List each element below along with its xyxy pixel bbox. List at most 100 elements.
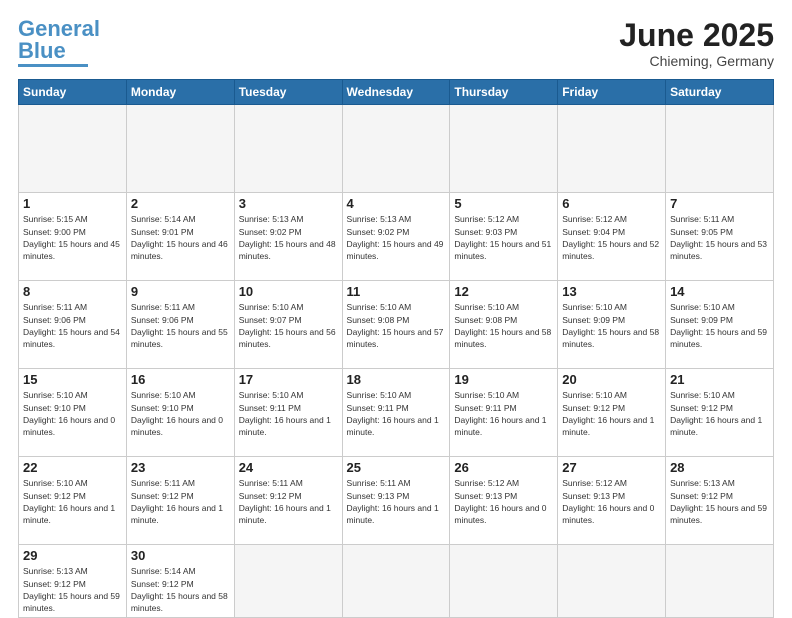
day-info: Sunrise: 5:14 AM Sunset: 9:01 PM Dayligh…: [131, 213, 230, 262]
calendar-cell: 2 Sunrise: 5:14 AM Sunset: 9:01 PM Dayli…: [126, 193, 234, 281]
calendar-cell: [666, 545, 774, 618]
calendar-cell: 27 Sunrise: 5:12 AM Sunset: 9:13 PM Dayl…: [558, 457, 666, 545]
calendar-cell: [450, 545, 558, 618]
page: General Blue June 2025 Chieming, Germany…: [0, 0, 792, 612]
day-number: 5: [454, 196, 553, 211]
day-number: 9: [131, 284, 230, 299]
day-info: Sunrise: 5:10 AM Sunset: 9:09 PM Dayligh…: [670, 301, 769, 350]
day-number: 23: [131, 460, 230, 475]
col-wednesday: Wednesday: [342, 80, 450, 105]
day-info: Sunrise: 5:10 AM Sunset: 9:07 PM Dayligh…: [239, 301, 338, 350]
day-info: Sunrise: 5:10 AM Sunset: 9:10 PM Dayligh…: [23, 389, 122, 438]
calendar-cell: 12 Sunrise: 5:10 AM Sunset: 9:08 PM Dayl…: [450, 281, 558, 369]
calendar-header-row: Sunday Monday Tuesday Wednesday Thursday…: [19, 80, 774, 105]
calendar-cell: 28 Sunrise: 5:13 AM Sunset: 9:12 PM Dayl…: [666, 457, 774, 545]
col-friday: Friday: [558, 80, 666, 105]
day-number: 13: [562, 284, 661, 299]
col-sunday: Sunday: [19, 80, 127, 105]
day-info: Sunrise: 5:10 AM Sunset: 9:11 PM Dayligh…: [454, 389, 553, 438]
calendar-cell: 11 Sunrise: 5:10 AM Sunset: 9:08 PM Dayl…: [342, 281, 450, 369]
calendar-cell: 5 Sunrise: 5:12 AM Sunset: 9:03 PM Dayli…: [450, 193, 558, 281]
calendar-cell: 14 Sunrise: 5:10 AM Sunset: 9:09 PM Dayl…: [666, 281, 774, 369]
calendar-cell: 22 Sunrise: 5:10 AM Sunset: 9:12 PM Dayl…: [19, 457, 127, 545]
calendar-cell: 23 Sunrise: 5:11 AM Sunset: 9:12 PM Dayl…: [126, 457, 234, 545]
day-number: 7: [670, 196, 769, 211]
header: General Blue June 2025 Chieming, Germany: [18, 18, 774, 69]
day-number: 28: [670, 460, 769, 475]
calendar-cell: [450, 105, 558, 193]
calendar-cell: 24 Sunrise: 5:11 AM Sunset: 9:12 PM Dayl…: [234, 457, 342, 545]
day-info: Sunrise: 5:11 AM Sunset: 9:13 PM Dayligh…: [347, 477, 446, 526]
calendar-cell: 3 Sunrise: 5:13 AM Sunset: 9:02 PM Dayli…: [234, 193, 342, 281]
calendar-cell: 17 Sunrise: 5:10 AM Sunset: 9:11 PM Dayl…: [234, 369, 342, 457]
day-info: Sunrise: 5:13 AM Sunset: 9:02 PM Dayligh…: [347, 213, 446, 262]
calendar-cell: [666, 105, 774, 193]
day-info: Sunrise: 5:10 AM Sunset: 9:08 PM Dayligh…: [347, 301, 446, 350]
day-number: 15: [23, 372, 122, 387]
calendar-cell: [234, 545, 342, 618]
day-number: 26: [454, 460, 553, 475]
calendar-cell: 7 Sunrise: 5:11 AM Sunset: 9:05 PM Dayli…: [666, 193, 774, 281]
day-info: Sunrise: 5:10 AM Sunset: 9:12 PM Dayligh…: [562, 389, 661, 438]
calendar-week-row: 29 Sunrise: 5:13 AM Sunset: 9:12 PM Dayl…: [19, 545, 774, 618]
calendar-cell: 10 Sunrise: 5:10 AM Sunset: 9:07 PM Dayl…: [234, 281, 342, 369]
calendar-cell: 9 Sunrise: 5:11 AM Sunset: 9:06 PM Dayli…: [126, 281, 234, 369]
calendar-cell: 29 Sunrise: 5:13 AM Sunset: 9:12 PM Dayl…: [19, 545, 127, 618]
calendar-cell: [19, 105, 127, 193]
calendar-cell: [342, 105, 450, 193]
calendar-cell: 20 Sunrise: 5:10 AM Sunset: 9:12 PM Dayl…: [558, 369, 666, 457]
logo-text: General Blue: [18, 18, 100, 62]
day-number: 24: [239, 460, 338, 475]
col-tuesday: Tuesday: [234, 80, 342, 105]
calendar-table: Sunday Monday Tuesday Wednesday Thursday…: [18, 79, 774, 618]
calendar-cell: 19 Sunrise: 5:10 AM Sunset: 9:11 PM Dayl…: [450, 369, 558, 457]
day-number: 14: [670, 284, 769, 299]
calendar-cell: 6 Sunrise: 5:12 AM Sunset: 9:04 PM Dayli…: [558, 193, 666, 281]
day-number: 3: [239, 196, 338, 211]
day-number: 30: [131, 548, 230, 563]
col-monday: Monday: [126, 80, 234, 105]
calendar-cell: 25 Sunrise: 5:11 AM Sunset: 9:13 PM Dayl…: [342, 457, 450, 545]
day-info: Sunrise: 5:14 AM Sunset: 9:12 PM Dayligh…: [131, 565, 230, 614]
calendar-cell: 26 Sunrise: 5:12 AM Sunset: 9:13 PM Dayl…: [450, 457, 558, 545]
calendar-cell: 4 Sunrise: 5:13 AM Sunset: 9:02 PM Dayli…: [342, 193, 450, 281]
day-number: 27: [562, 460, 661, 475]
day-info: Sunrise: 5:10 AM Sunset: 9:09 PM Dayligh…: [562, 301, 661, 350]
day-info: Sunrise: 5:13 AM Sunset: 9:02 PM Dayligh…: [239, 213, 338, 262]
day-info: Sunrise: 5:13 AM Sunset: 9:12 PM Dayligh…: [670, 477, 769, 526]
day-info: Sunrise: 5:11 AM Sunset: 9:12 PM Dayligh…: [239, 477, 338, 526]
day-info: Sunrise: 5:10 AM Sunset: 9:12 PM Dayligh…: [23, 477, 122, 526]
day-info: Sunrise: 5:12 AM Sunset: 9:13 PM Dayligh…: [562, 477, 661, 526]
calendar-cell: 18 Sunrise: 5:10 AM Sunset: 9:11 PM Dayl…: [342, 369, 450, 457]
day-number: 8: [23, 284, 122, 299]
col-thursday: Thursday: [450, 80, 558, 105]
day-info: Sunrise: 5:12 AM Sunset: 9:13 PM Dayligh…: [454, 477, 553, 526]
day-info: Sunrise: 5:11 AM Sunset: 9:06 PM Dayligh…: [131, 301, 230, 350]
calendar-cell: [234, 105, 342, 193]
day-number: 17: [239, 372, 338, 387]
calendar-cell: [126, 105, 234, 193]
day-number: 16: [131, 372, 230, 387]
location: Chieming, Germany: [619, 53, 774, 69]
day-number: 12: [454, 284, 553, 299]
calendar-cell: [558, 545, 666, 618]
day-info: Sunrise: 5:10 AM Sunset: 9:11 PM Dayligh…: [239, 389, 338, 438]
day-info: Sunrise: 5:12 AM Sunset: 9:03 PM Dayligh…: [454, 213, 553, 262]
calendar-cell: [342, 545, 450, 618]
calendar-week-row: [19, 105, 774, 193]
day-info: Sunrise: 5:10 AM Sunset: 9:12 PM Dayligh…: [670, 389, 769, 438]
logo-underline: [18, 64, 88, 67]
day-info: Sunrise: 5:11 AM Sunset: 9:06 PM Dayligh…: [23, 301, 122, 350]
day-number: 11: [347, 284, 446, 299]
day-number: 25: [347, 460, 446, 475]
month-title: June 2025: [619, 18, 774, 53]
calendar-week-row: 8 Sunrise: 5:11 AM Sunset: 9:06 PM Dayli…: [19, 281, 774, 369]
day-number: 6: [562, 196, 661, 211]
day-info: Sunrise: 5:11 AM Sunset: 9:05 PM Dayligh…: [670, 213, 769, 262]
day-number: 19: [454, 372, 553, 387]
calendar-cell: 16 Sunrise: 5:10 AM Sunset: 9:10 PM Dayl…: [126, 369, 234, 457]
day-number: 4: [347, 196, 446, 211]
day-number: 18: [347, 372, 446, 387]
day-number: 20: [562, 372, 661, 387]
day-info: Sunrise: 5:10 AM Sunset: 9:10 PM Dayligh…: [131, 389, 230, 438]
